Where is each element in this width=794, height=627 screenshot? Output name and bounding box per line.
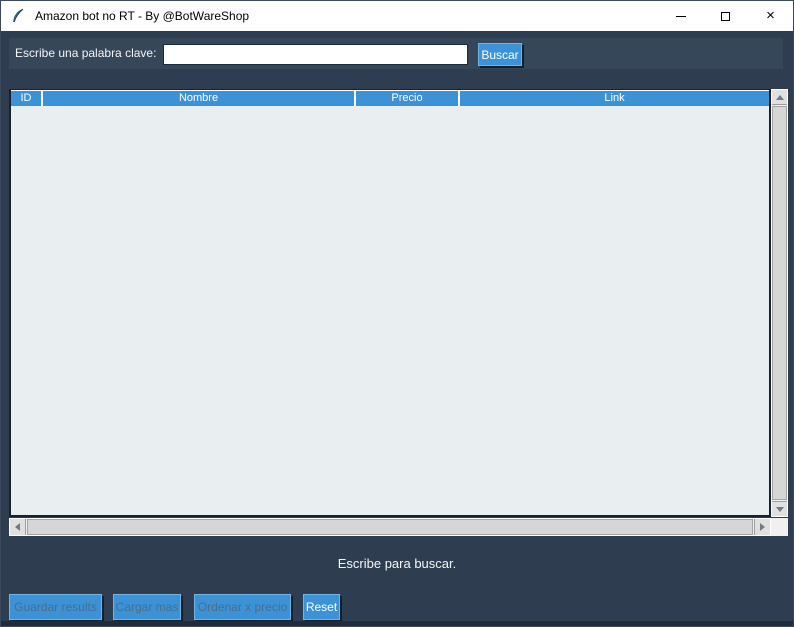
vertical-scrollbar[interactable] xyxy=(771,89,788,517)
close-button[interactable]: × xyxy=(748,1,793,31)
titlebar: Amazon bot no RT - By @BotWareShop × xyxy=(1,1,793,31)
search-label: Escribe una palabra clave: xyxy=(15,46,157,60)
column-header-link[interactable]: Link xyxy=(460,91,769,106)
column-header-precio[interactable]: Precio xyxy=(356,91,458,106)
scroll-down-button[interactable] xyxy=(772,501,787,516)
action-bar: Guardar results Cargar mas Ordenar x pre… xyxy=(1,594,793,621)
minimize-button[interactable] xyxy=(658,1,703,31)
vertical-scrollbar-thumb[interactable] xyxy=(772,106,787,500)
column-header-id[interactable]: ID xyxy=(11,91,41,106)
table-body[interactable] xyxy=(11,106,769,515)
scroll-right-icon xyxy=(760,523,765,531)
load-more-button[interactable]: Cargar mas xyxy=(113,594,181,620)
horizontal-scrollbar-thumb[interactable] xyxy=(27,519,753,535)
scroll-up-icon xyxy=(775,94,784,100)
column-header-nombre[interactable]: Nombre xyxy=(43,91,354,106)
search-input[interactable] xyxy=(163,44,468,65)
table-header-row: ID Nombre Precio Link xyxy=(11,90,769,106)
maximize-button[interactable] xyxy=(703,1,748,31)
bottom-strip xyxy=(1,621,793,626)
maximize-icon xyxy=(721,11,730,21)
search-frame: Escribe una palabra clave: Buscar xyxy=(9,38,783,69)
scroll-left-button[interactable] xyxy=(10,519,26,535)
horizontal-scrollbar[interactable] xyxy=(9,518,771,536)
minimize-icon xyxy=(675,15,686,17)
scroll-right-button[interactable] xyxy=(754,519,770,535)
search-button[interactable]: Buscar xyxy=(478,43,522,66)
scroll-down-icon xyxy=(775,506,784,512)
reset-button[interactable]: Reset xyxy=(303,594,340,620)
results-table: ID Nombre Precio Link xyxy=(9,89,771,517)
window-title: Amazon bot no RT - By @BotWareShop xyxy=(35,9,250,23)
scroll-up-button[interactable] xyxy=(772,90,787,105)
scrollbar-corner xyxy=(771,518,788,536)
results-table-frame: ID Nombre Precio Link xyxy=(9,89,788,537)
save-results-button[interactable]: Guardar results xyxy=(9,594,102,620)
sort-by-price-button[interactable]: Ordenar x precio xyxy=(194,594,291,620)
status-label: Escribe para buscar. xyxy=(337,556,457,571)
window-controls: × xyxy=(658,1,793,31)
app-window: Amazon bot no RT - By @BotWareShop × Esc… xyxy=(0,0,794,627)
close-icon: × xyxy=(766,7,775,24)
scroll-left-icon xyxy=(15,523,20,531)
python-feather-icon xyxy=(13,8,24,23)
